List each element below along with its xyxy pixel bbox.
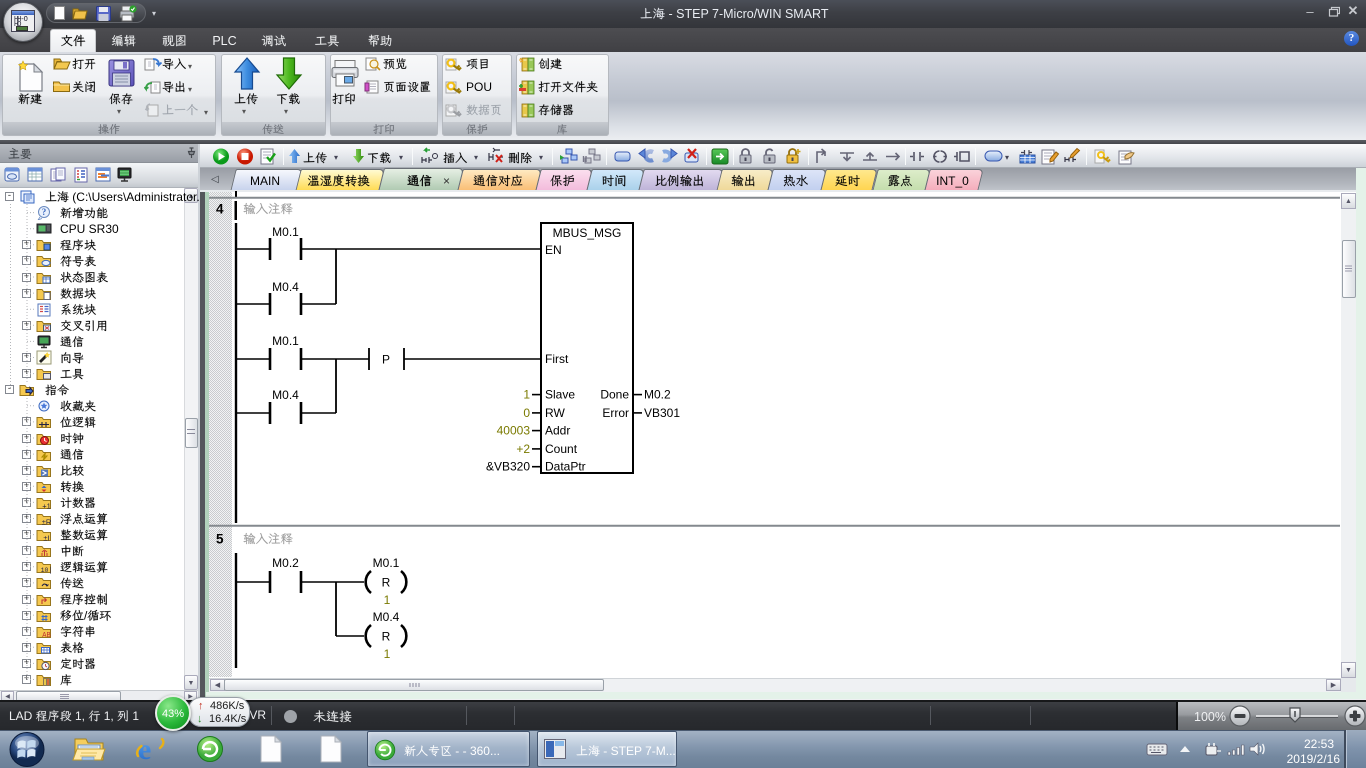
svg-text:1: 1 [384, 647, 391, 661]
svg-text:M0.1: M0.1 [272, 334, 299, 348]
svg-text:Error: Error [602, 406, 629, 420]
svg-text:5: 5 [216, 532, 224, 547]
svg-text:Count: Count [545, 442, 578, 456]
svg-text:M0.4: M0.4 [373, 610, 400, 624]
svg-text:M0.2: M0.2 [644, 388, 671, 402]
svg-text:Slave: Slave [545, 388, 575, 402]
svg-text:EN: EN [545, 243, 562, 257]
svg-text:1: 1 [523, 388, 530, 402]
svg-text:M0.4: M0.4 [272, 388, 299, 402]
svg-text:M0.1: M0.1 [272, 225, 299, 239]
svg-text:+2: +2 [516, 442, 530, 456]
svg-text:40003: 40003 [497, 424, 531, 438]
svg-text:M0.2: M0.2 [272, 556, 299, 570]
svg-text:1: 1 [384, 593, 391, 607]
svg-text:&VB320: &VB320 [486, 460, 530, 474]
svg-text:Done: Done [600, 388, 629, 402]
svg-text:0: 0 [523, 406, 530, 420]
svg-text:e: e [138, 733, 151, 766]
svg-text:MBUS_MSG: MBUS_MSG [553, 226, 622, 240]
svg-text:Addr: Addr [545, 424, 570, 438]
svg-text:First: First [545, 352, 569, 366]
svg-text:RW: RW [545, 406, 565, 420]
svg-text:DataPtr: DataPtr [545, 460, 586, 474]
svg-text:VB301: VB301 [644, 406, 680, 420]
svg-text:M0.1: M0.1 [373, 556, 400, 570]
svg-text:P: P [382, 353, 390, 367]
svg-text:R: R [382, 630, 391, 644]
svg-text:M0.4: M0.4 [272, 280, 299, 294]
svg-text:4: 4 [216, 202, 224, 217]
svg-text:R: R [382, 576, 391, 590]
